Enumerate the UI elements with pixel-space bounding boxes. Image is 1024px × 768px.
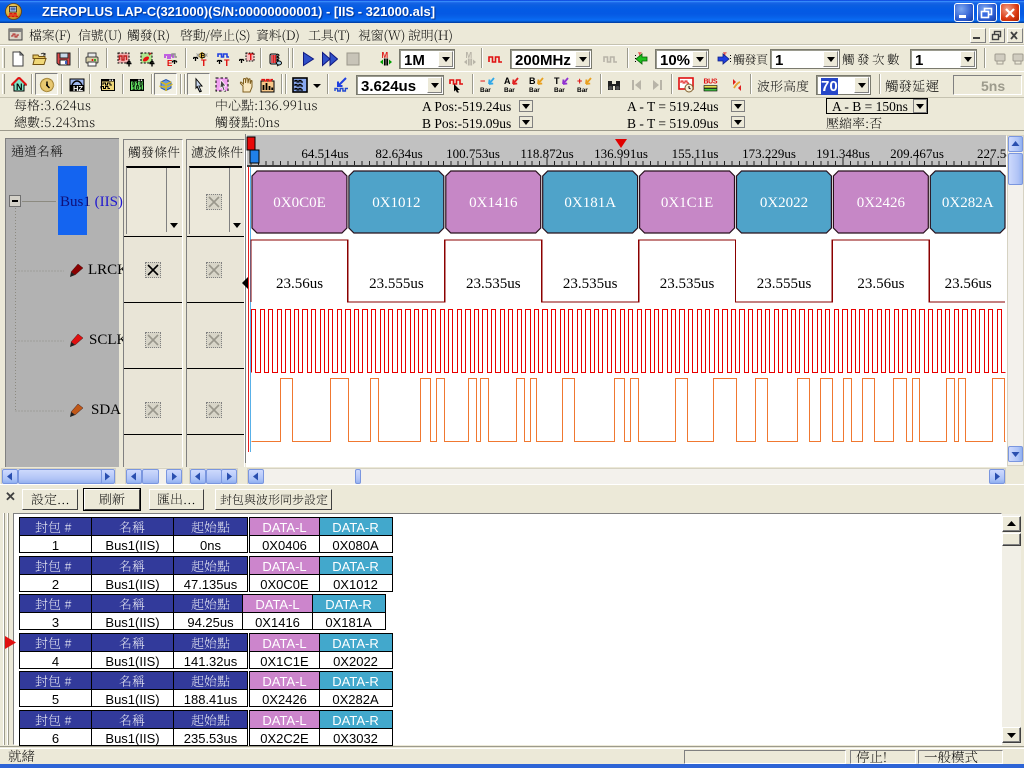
svg-text:T: T [224,58,230,67]
svg-text:209.467us: 209.467us [890,146,944,161]
svg-text:23.535us: 23.535us [660,276,715,292]
svg-text:118.872us: 118.872us [520,146,573,161]
svg-text:0X181A: 0X181A [564,195,616,211]
svg-text:23.555us: 23.555us [757,276,812,292]
svg-text:0X2022: 0X2022 [760,195,808,211]
svg-text:Bar: Bar [577,87,588,93]
svg-text:0X2426: 0X2426 [857,195,906,211]
svg-text:23.56us: 23.56us [857,276,904,292]
svg-text:173.229us: 173.229us [742,146,796,161]
svg-text:23.535us: 23.535us [466,276,521,292]
svg-text:T: T [201,58,207,67]
svg-text:HZ: HZ [73,84,83,93]
svg-text:A: A [504,77,511,86]
svg-text:E: E [167,59,173,67]
svg-text:227.58: 227.58 [977,146,1007,161]
svg-text:100.753us: 100.753us [446,146,500,161]
svg-text:136.991us: 136.991us [594,146,648,161]
svg-text:N: N [16,82,23,92]
svg-text:B: B [529,77,536,86]
svg-text:T: T [554,77,560,86]
svg-text:BUS: BUS [704,79,718,86]
svg-text:0X0C0E: 0X0C0E [273,195,326,211]
svg-text:T: T [248,52,254,62]
svg-text:191.348us: 191.348us [816,146,870,161]
svg-text:23.535us: 23.535us [563,276,618,292]
svg-text:82.634us: 82.634us [375,146,422,161]
svg-text:Bar: Bar [480,87,491,93]
svg-text:0X1C1E: 0X1C1E [661,195,714,211]
svg-text:101: 101 [132,85,143,92]
svg-text:23.56us: 23.56us [276,276,323,292]
svg-text:64.514us: 64.514us [301,146,348,161]
svg-text:23.56us: 23.56us [945,276,992,292]
svg-text:Bar: Bar [504,87,515,93]
svg-text:Bar: Bar [529,87,540,93]
svg-text:23.555us: 23.555us [369,276,424,292]
svg-text:0X282A: 0X282A [942,195,994,211]
svg-text:155.11us: 155.11us [672,146,719,161]
svg-text:0X1416: 0X1416 [469,195,518,211]
svg-text:+: + [577,77,582,86]
svg-text:0X1012: 0X1012 [372,195,420,211]
svg-text:−: − [480,77,485,86]
svg-text:Bar: Bar [554,87,565,93]
